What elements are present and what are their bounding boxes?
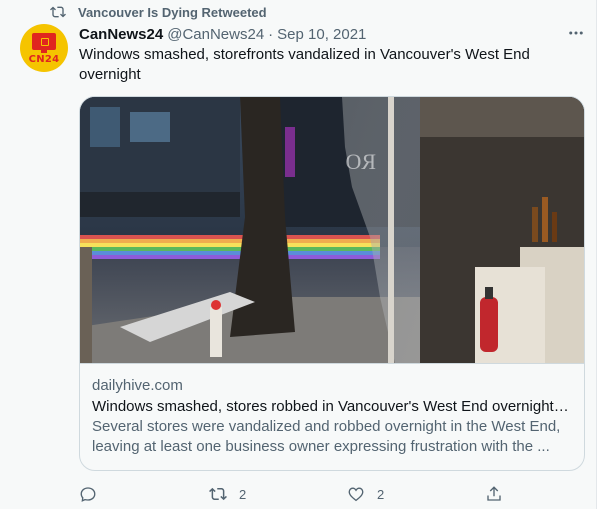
like-count: 2 (377, 486, 385, 502)
retweet-count: 2 (239, 486, 247, 502)
retweet-label: Vancouver Is Dying Retweeted (78, 4, 267, 20)
retweet-button[interactable]: 2 (209, 484, 246, 504)
avatar-logo-text: CN24 (28, 54, 60, 65)
more-icon (569, 31, 583, 35)
like-button[interactable]: 2 (347, 484, 384, 504)
storefront-photo: RO (80, 97, 584, 363)
tweet-actions: 2 2 (79, 484, 509, 504)
tweet[interactable]: Vancouver Is Dying Retweeted CN24 CanNew… (0, 0, 597, 509)
card-image[interactable]: RO (80, 97, 584, 363)
link-card[interactable]: RO dailyhive.com Windows smashed, stores… (79, 96, 585, 471)
share-button[interactable] (485, 484, 515, 504)
separator: · (268, 25, 274, 43)
card-title: Windows smashed, stores robbed in Vancou… (92, 398, 572, 415)
retweet-icon (209, 487, 227, 501)
more-options-button[interactable] (565, 24, 587, 42)
heart-icon (348, 487, 364, 502)
tv-screen-icon (32, 33, 56, 50)
reply-button[interactable] (79, 484, 109, 504)
retweet-context[interactable]: Vancouver Is Dying Retweeted (50, 4, 267, 20)
author-name[interactable]: CanNews24 (79, 26, 163, 43)
tweet-header: CanNews24 @CanNews24 · Sep 10, 2021 (79, 24, 366, 44)
retweet-icon (50, 6, 66, 18)
share-icon (487, 486, 501, 501)
avatar[interactable]: CN24 (20, 24, 68, 72)
svg-text:RO: RO (345, 149, 376, 174)
author-handle[interactable]: @CanNews24 (167, 26, 264, 43)
card-domain: dailyhive.com (92, 377, 183, 394)
card-description: Several stores were vandalized and robbe… (92, 418, 561, 455)
tweet-text: Windows smashed, storefronts vandalized … (79, 46, 530, 83)
card-body[interactable]: dailyhive.com Windows smashed, stores ro… (80, 363, 584, 470)
reply-icon (80, 487, 96, 502)
tweet-date[interactable]: Sep 10, 2021 (277, 26, 366, 43)
